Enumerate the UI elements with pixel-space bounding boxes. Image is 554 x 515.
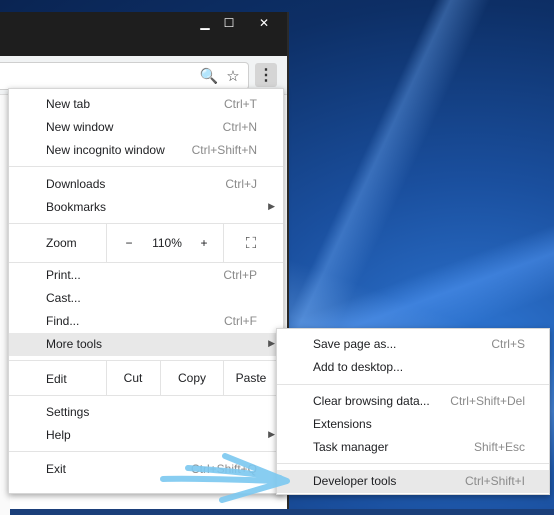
annotation-arrow-icon xyxy=(160,453,290,503)
